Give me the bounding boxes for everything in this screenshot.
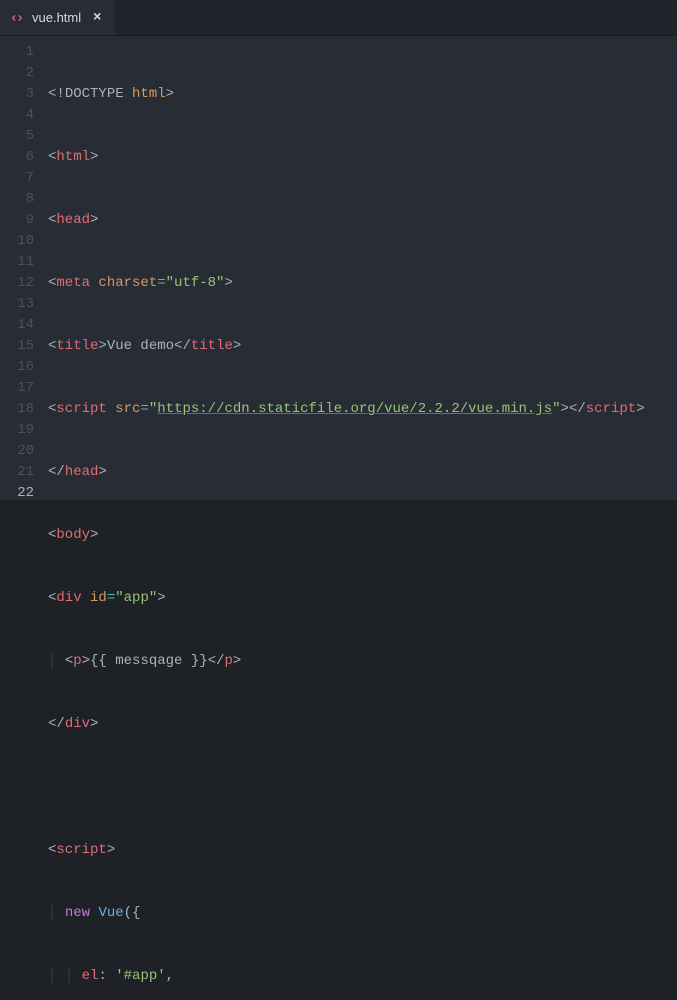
line-number: 4 [0,105,34,126]
code-line[interactable]: │ <p>{{ messqage }}</p> [48,651,677,672]
line-number: 13 [0,294,34,315]
tab-bar: vue.html × [0,0,677,36]
line-number: 18 [0,399,34,420]
code-line[interactable]: <!DOCTYPE html> [48,84,677,105]
code-line[interactable]: <script> [48,840,677,861]
code-line[interactable]: <html> [48,147,677,168]
code-line[interactable]: <div id="app"> [48,588,677,609]
gutter: 1 2 3 4 5 6 7 8 9 10 11 12 13 14 15 16 1… [0,36,48,500]
line-number: 12 [0,273,34,294]
code-line[interactable]: │ │ el: '#app', [48,966,677,987]
line-number: 22 [0,483,34,504]
code-line[interactable]: <title>Vue demo</title> [48,336,677,357]
editor: 1 2 3 4 5 6 7 8 9 10 11 12 13 14 15 16 1… [0,36,677,500]
line-number: 2 [0,63,34,84]
line-number: 7 [0,168,34,189]
line-number: 11 [0,252,34,273]
line-number: 21 [0,462,34,483]
line-number: 20 [0,441,34,462]
code-area[interactable]: <!DOCTYPE html> <html> <head> <meta char… [48,36,677,500]
code-line[interactable]: <head> [48,210,677,231]
close-icon[interactable]: × [89,10,105,26]
tab-vue-html[interactable]: vue.html × [0,0,115,35]
code-line[interactable] [48,777,677,798]
line-number: 3 [0,84,34,105]
code-line[interactable]: <meta charset="utf-8"> [48,273,677,294]
line-number: 14 [0,315,34,336]
line-number: 10 [0,231,34,252]
file-code-icon [10,11,24,25]
line-number: 16 [0,357,34,378]
line-number: 1 [0,42,34,63]
code-line[interactable]: │ new Vue({ [48,903,677,924]
line-number: 19 [0,420,34,441]
code-line[interactable]: </head> [48,462,677,483]
code-line[interactable]: </div> [48,714,677,735]
line-number: 8 [0,189,34,210]
line-number: 6 [0,147,34,168]
code-line[interactable]: <script src="https://cdn.staticfile.org/… [48,399,677,420]
line-number: 17 [0,378,34,399]
tab-filename: vue.html [32,10,81,25]
code-line[interactable]: <body> [48,525,677,546]
line-number: 5 [0,126,34,147]
line-number: 15 [0,336,34,357]
line-number: 9 [0,210,34,231]
